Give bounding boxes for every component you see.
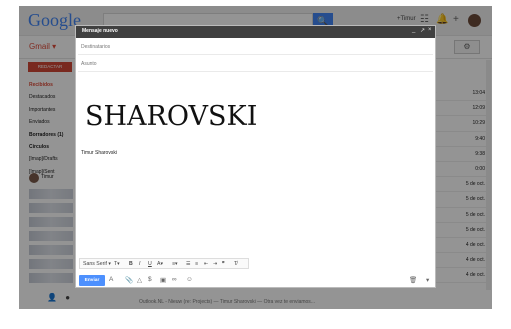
font-size-icon[interactable]: T▾ [114, 260, 120, 269]
message-date: 4 de oct. [465, 241, 485, 248]
subject-input[interactable] [81, 59, 411, 68]
trash-icon[interactable]: 🗑 [409, 276, 417, 284]
compose-dialog: Mensaje nuevo _ ↗ × SHAROVSKI Timur Shar… [75, 25, 436, 288]
message-row[interactable]: 12:09 [429, 101, 489, 117]
sidebar-avatar[interactable] [29, 173, 39, 183]
photo-icon[interactable]: ▣ [160, 276, 166, 284]
message-date: 13:04 [472, 90, 485, 96]
notifications-bell-icon[interactable]: 🔔 [436, 14, 448, 25]
emoji-icon[interactable]: ☺ [186, 276, 193, 283]
formatting-toolbar: Sans Serif ▾ T▾ B I U A▾ ≡▾ ☰ ≡ ⇤ ⇥ ❞ T̸ [79, 258, 249, 269]
sidebar-item[interactable]: Destacados [29, 91, 75, 103]
message-body[interactable]: SHAROVSKI Timur Sharovski [78, 74, 433, 254]
avatar[interactable] [468, 14, 481, 27]
message-row[interactable]: 5 de oct. [429, 208, 489, 223]
message-date: 5 de oct. [465, 196, 485, 203]
gmail-menu-label[interactable]: Gmail ▾ [29, 42, 56, 51]
message-date: 5 de oct. [465, 211, 485, 218]
compose-button[interactable]: REDACTAR [28, 62, 72, 72]
font-family-label: Sans Serif [83, 261, 107, 267]
indent-less-icon[interactable]: ⇤ [204, 260, 208, 269]
bold-icon[interactable]: B [129, 260, 133, 269]
message-date: 5 de oct. [465, 181, 485, 188]
numbered-list-icon[interactable]: ☰ [186, 260, 191, 269]
message-date: 0:00 [475, 165, 485, 172]
message-row[interactable]: 4 de oct. [429, 268, 489, 284]
bulleted-list-icon[interactable]: ≡ [195, 260, 198, 269]
sidebar-item[interactable]: Círculos [29, 141, 75, 153]
subject-field [78, 55, 433, 72]
indent-more-icon[interactable]: ⇥ [213, 260, 217, 269]
close-icon[interactable]: × [428, 27, 432, 33]
message-date: 9:40 [475, 135, 485, 142]
message-row[interactable]: sp13:04 [429, 86, 489, 102]
font-family-select[interactable]: Sans Serif ▾ [83, 260, 111, 269]
message-row[interactable]: 5 de oct. [429, 192, 489, 208]
attach-icon[interactable]: 📎 [125, 276, 133, 284]
message-date: 5 de oct. [465, 226, 485, 233]
sidebar-user-name[interactable]: Timur [41, 174, 54, 180]
body-heading-text: SHAROVSKI [85, 101, 258, 132]
message-row[interactable]: G0:00 [429, 162, 489, 178]
google-logo[interactable]: Google [28, 10, 81, 31]
sidebar-item[interactable]: Importantes [29, 104, 75, 116]
money-icon[interactable]: $ [148, 276, 152, 283]
compose-header[interactable]: Mensaje nuevo _ ↗ × [76, 26, 435, 38]
message-date: 12:09 [472, 105, 485, 112]
message-date: 4 de oct. [465, 257, 485, 264]
sidebar-item[interactable]: Recibidos [29, 79, 75, 91]
to-field [78, 38, 433, 55]
text-color-icon[interactable]: A▾ [157, 260, 163, 269]
sidebar-bottom-icons: 👤 ● [47, 293, 70, 302]
recipients-input[interactable] [81, 42, 411, 51]
italic-icon[interactable]: I [139, 260, 140, 269]
message-date: 10:29 [472, 120, 485, 127]
message-row[interactable]: 9:38 [429, 147, 489, 162]
apps-grid-icon[interactable]: ☷ [420, 14, 429, 25]
drive-icon[interactable]: △ [137, 276, 142, 284]
send-button[interactable]: Enviar [79, 275, 105, 286]
message-row[interactable]: 5 de oct. [429, 223, 489, 238]
share-plus-icon[interactable]: + [453, 14, 459, 25]
underline-icon[interactable]: U [148, 260, 152, 269]
minimize-icon[interactable]: _ [412, 27, 415, 33]
sidebar-item[interactable]: Borradores (1) [29, 129, 75, 141]
user-plus-link[interactable]: +Timur [397, 16, 416, 22]
gear-icon: ⚙ [463, 42, 471, 51]
message-row-partial[interactable]: Outlook.NL - Nieuw (re: Projects) — Timu… [139, 299, 315, 305]
blurred-contacts [29, 189, 73, 289]
message-date: 4 de oct. [465, 272, 485, 279]
message-row[interactable]: 10:29 [429, 116, 489, 132]
more-options-icon[interactable]: ▾ [426, 276, 429, 284]
message-row[interactable]: 4 de oct. [429, 253, 489, 269]
link-icon[interactable]: ∞ [172, 276, 177, 283]
align-icon[interactable]: ≡▾ [172, 260, 178, 269]
compose-title: Mensaje nuevo [82, 28, 118, 34]
quote-icon[interactable]: ❞ [222, 260, 225, 269]
message-row[interactable]: 5 de oct. [429, 177, 489, 193]
person-icon[interactable]: 👤 [47, 293, 57, 302]
sidebar-item[interactable]: [Imap]/Drafts [29, 153, 75, 165]
browser-window: Google 🔍 +Timur ☷ 🔔 + Gmail ▾ ⚙ REDACTAR… [19, 6, 492, 309]
scrollbar[interactable] [486, 60, 491, 290]
sidebar-item[interactable]: Enviados [29, 116, 75, 128]
hangouts-icon[interactable]: ● [65, 293, 70, 302]
message-row[interactable]: 4 de oct. [429, 238, 489, 254]
remove-formatting-icon[interactable]: T̸ [234, 260, 237, 269]
message-list: sp13:04 12:09 10:29 ds9:40 9:38 G0:00 5 de oct… [429, 86, 489, 284]
message-row[interactable]: ds9:40 [429, 132, 489, 147]
expand-icon[interactable]: ↗ [420, 27, 425, 34]
sidebar-nav: Recibidos Destacados Importantes Enviados Bo… [29, 79, 75, 178]
signature-text: Timur Sharovski [81, 150, 117, 156]
message-date: 9:38 [475, 150, 485, 157]
formatting-options-icon[interactable]: A [109, 276, 113, 283]
settings-button[interactable]: ⚙ [454, 40, 480, 54]
